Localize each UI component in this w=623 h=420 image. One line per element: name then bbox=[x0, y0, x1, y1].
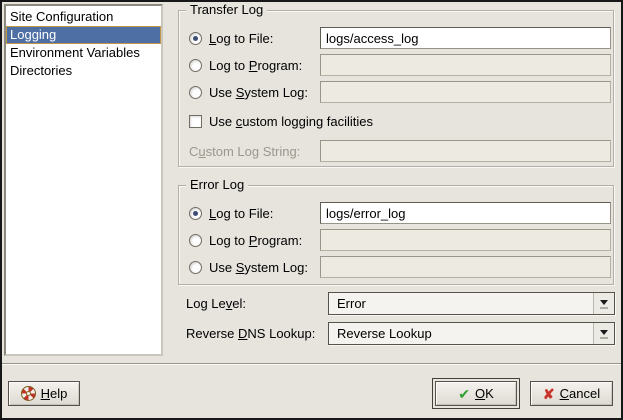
reverse-dns-label: Reverse DNS Lookup: bbox=[186, 322, 315, 345]
custom-logging-checkbox-label[interactable]: Use custom logging facilities bbox=[209, 114, 373, 129]
reverse-dns-dropdown[interactable]: Reverse Lookup bbox=[328, 322, 615, 345]
transfer-log-file-input[interactable] bbox=[320, 27, 611, 49]
error-log-frame: Error Log Log to File: Log to Program: U… bbox=[178, 185, 614, 285]
log-level-value: Error bbox=[329, 293, 614, 314]
cancel-button-label: Cancel bbox=[560, 386, 600, 401]
transfer-log-frame: Transfer Log Log to File: Log to Program… bbox=[178, 10, 614, 167]
cancel-button[interactable]: ✘ Cancel bbox=[530, 381, 613, 406]
log-level-label: Log Level: bbox=[186, 292, 246, 315]
ok-check-icon: ✔ bbox=[458, 387, 470, 401]
transfer-log-frame-title: Transfer Log bbox=[186, 2, 267, 17]
sidebar-item-site-configuration[interactable]: Site Configuration bbox=[6, 8, 161, 26]
error-system-log-input bbox=[320, 256, 611, 278]
error-log-program-input bbox=[320, 229, 611, 251]
error-log-frame-title: Error Log bbox=[186, 177, 248, 192]
cancel-x-icon: ✘ bbox=[543, 387, 555, 401]
custom-log-string-label: Custom Log String: bbox=[189, 144, 300, 159]
error-log-to-program-label[interactable]: Log to Program: bbox=[209, 233, 302, 248]
error-log-to-program-radio[interactable] bbox=[189, 234, 202, 247]
dropdown-arrow-icon[interactable] bbox=[593, 293, 614, 314]
error-log-to-file-label[interactable]: Log to File: bbox=[209, 206, 273, 221]
error-use-system-log-label[interactable]: Use System Log: bbox=[209, 260, 308, 275]
sidebar-item-logging[interactable]: Logging bbox=[6, 26, 161, 44]
transfer-log-to-file-label[interactable]: Log to File: bbox=[209, 31, 273, 46]
help-button[interactable]: Help bbox=[8, 381, 80, 406]
log-level-dropdown[interactable]: Error bbox=[328, 292, 615, 315]
transfer-log-to-program-radio[interactable] bbox=[189, 59, 202, 72]
transfer-log-program-input bbox=[320, 54, 611, 76]
help-lifebuoy-icon bbox=[21, 386, 36, 401]
sidebar-item-directories[interactable]: Directories bbox=[6, 62, 161, 80]
transfer-use-system-log-label[interactable]: Use System Log: bbox=[209, 85, 308, 100]
sidebar-item-environment-variables[interactable]: Environment Variables bbox=[6, 44, 161, 62]
ok-button-label: OK bbox=[475, 386, 494, 401]
transfer-system-log-input bbox=[320, 81, 611, 103]
custom-log-string-input bbox=[320, 140, 611, 162]
error-log-to-file-radio[interactable] bbox=[189, 207, 202, 220]
reverse-dns-value: Reverse Lookup bbox=[329, 323, 614, 344]
custom-logging-checkbox[interactable] bbox=[189, 115, 202, 128]
dropdown-arrow-icon[interactable] bbox=[593, 323, 614, 344]
transfer-use-system-log-radio[interactable] bbox=[189, 86, 202, 99]
button-separator bbox=[2, 363, 621, 365]
logging-config-dialog: Site Configuration Logging Environment V… bbox=[0, 0, 623, 420]
transfer-log-to-program-label[interactable]: Log to Program: bbox=[209, 58, 302, 73]
transfer-log-to-file-radio[interactable] bbox=[189, 32, 202, 45]
ok-button[interactable]: ✔ OK bbox=[435, 381, 517, 406]
error-use-system-log-radio[interactable] bbox=[189, 261, 202, 274]
error-log-file-input[interactable] bbox=[320, 202, 611, 224]
category-list: Site Configuration Logging Environment V… bbox=[4, 4, 163, 356]
help-button-label: Help bbox=[41, 386, 68, 401]
